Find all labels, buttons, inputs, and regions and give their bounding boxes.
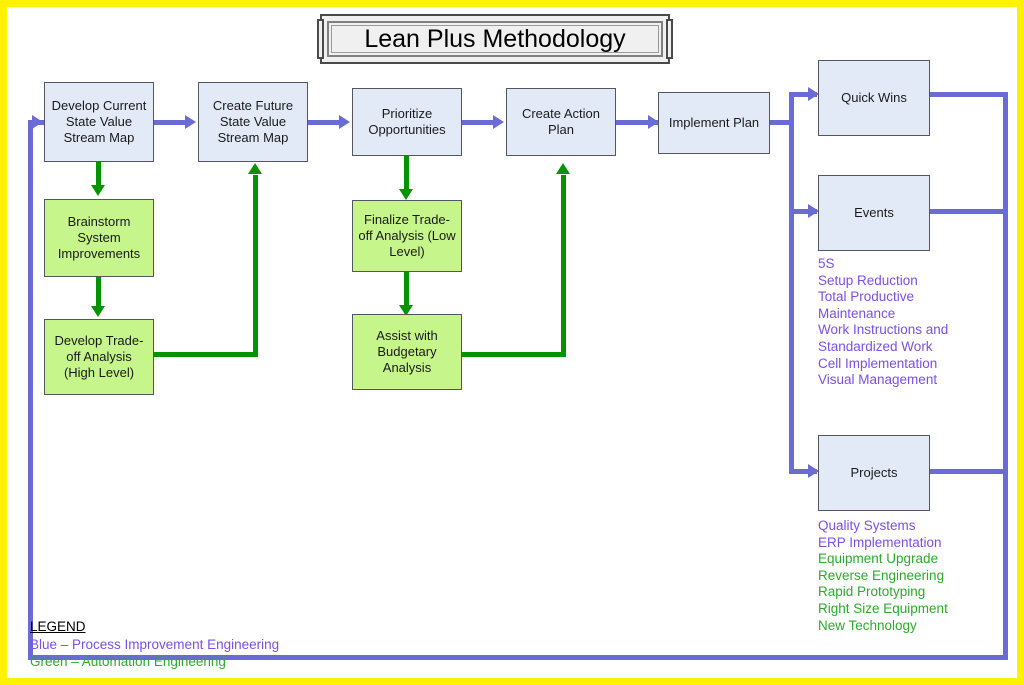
connector-1-to-2-arrow [185,115,196,129]
feedback-loop-left-vertical [28,122,33,660]
list-item: Quality Systems [818,518,916,533]
automation-box-label: Finalize Trade-off Analysis (Low Level) [358,212,456,259]
connector-2-to-3 [308,120,342,125]
page-title: Lean Plus Methodology [364,24,626,53]
green-return-arrow-mid [556,163,570,174]
connector-2-to-3-arrow [339,115,350,129]
process-box-prioritize-opportunities[interactable]: Prioritize Opportunities [352,88,462,156]
list-item: Reverse Engineering [818,567,945,583]
outcome-box-label: Quick Wins [841,90,907,105]
list-item: Setup Reduction [818,272,918,288]
outcome-output-events [930,209,1008,214]
outcome-box-label: Events [854,205,894,220]
list-item: Equipment Upgrade [818,551,939,567]
legend-title: LEGEND [30,619,86,634]
automation-box-finalize-tradeoff[interactable]: Finalize Trade-off Analysis (Low Level) [352,200,462,272]
green-return-vertical-left [253,175,258,355]
green-connector-brainstorm-arrow [91,306,105,317]
list-item: Standardized Work [818,338,933,354]
connector-3-to-4-arrow [493,115,504,129]
list-item: 5S [818,256,835,271]
outcome-output-projects [930,469,1008,474]
green-return-horizontal-left [154,352,258,357]
process-box-create-action-plan[interactable]: Create Action Plan [506,88,616,156]
green-return-arrow-left [248,163,262,174]
list-item: Maintenance [818,305,896,321]
list-item: Cell Implementation [818,355,938,371]
green-return-vertical-mid [561,175,566,355]
process-box-implement-plan[interactable]: Implement Plan [658,92,770,154]
list-item: Total Productive [818,289,915,305]
legend: LEGEND Blue – Process Improvement Engine… [30,618,279,671]
process-box-label: Implement Plan [668,115,760,130]
legend-entry-green: Green – Automation Engineering [30,654,226,669]
list-item: Rapid Prototyping [818,584,926,600]
fanout-trunk-vertical [789,92,794,474]
outcome-output-quick-wins [930,92,1008,97]
projects-capability-list: Quality Systems ERP Implementation Equipme… [818,518,948,634]
title-plaque: Lean Plus Methodology [317,14,673,64]
process-box-create-future-state[interactable]: Create Future State Value Stream Map [198,82,308,162]
automation-box-label: Brainstorm System Improvements [57,214,141,261]
list-item: Work Instructions and [818,322,949,338]
process-box-label: Create Action Plan [521,106,601,137]
outcome-box-events[interactable]: Events [818,175,930,251]
outcome-box-projects[interactable]: Projects [818,435,930,511]
feedback-loop-entry-arrow [32,115,43,129]
diagram-canvas: Lean Plus Methodology Develop Current St… [0,0,1024,685]
outcome-box-quick-wins[interactable]: Quick Wins [818,60,930,136]
automation-box-label: Assist with Budgetary Analysis [376,328,438,375]
green-connector-box1-arrow [91,185,105,196]
list-item: ERP Implementation [818,534,942,550]
automation-box-label: Develop Trade-off Analysis (High Level) [54,333,144,380]
legend-entry-blue: Blue – Process Improvement Engineering [30,636,280,652]
feedback-loop-right-vertical [1003,92,1008,660]
process-box-label: Develop Current State Value Stream Map [51,98,147,145]
connector-1-to-2 [154,120,188,125]
automation-box-develop-tradeoff[interactable]: Develop Trade-off Analysis (High Level) [44,319,154,395]
green-return-horizontal-mid [462,352,566,357]
green-connector-box3-arrow [399,189,413,200]
connector-3-to-4 [462,120,496,125]
list-item: Right Size Equipment [818,600,948,616]
list-item: New Technology [818,617,917,633]
process-box-label: Create Future State Value Stream Map [212,98,294,145]
automation-box-brainstorm[interactable]: Brainstorm System Improvements [44,199,154,277]
process-box-label: Prioritize Opportunities [368,106,446,137]
automation-box-assist-budgetary[interactable]: Assist with Budgetary Analysis [352,314,462,390]
outcome-box-label: Projects [850,465,898,480]
process-box-develop-current-state[interactable]: Develop Current State Value Stream Map [44,82,154,162]
events-capability-list: 5S Setup Reduction Total Productive Mainten… [818,256,948,389]
list-item: Visual Management [818,372,938,388]
